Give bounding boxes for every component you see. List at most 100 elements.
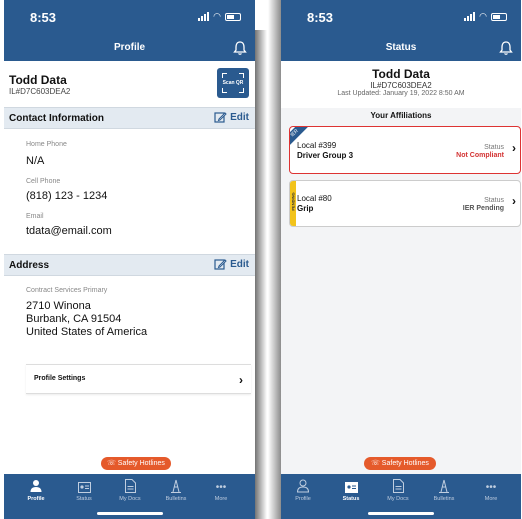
person-icon — [297, 479, 309, 493]
scan-qr-label: Scan QR — [222, 80, 244, 86]
tab-label: Profile — [27, 496, 45, 502]
edit-contact-button[interactable]: Edit — [214, 111, 249, 124]
pending-badge: PENDING — [290, 181, 296, 226]
tab-label: Status — [76, 496, 92, 502]
profile-settings-label: Profile Settings — [34, 375, 86, 382]
email-label: Email — [26, 213, 44, 220]
battery-icon — [491, 12, 507, 21]
address-section-header: Address Edit — [4, 254, 255, 276]
tab-more[interactable]: ••• More — [471, 479, 511, 502]
tab-my-docs[interactable]: My Docs — [110, 479, 150, 502]
tab-label: Status — [342, 496, 360, 502]
address-line-1: 2710 Winona — [26, 300, 91, 312]
affiliation-card[interactable]: PENDING Local #80 Grip Status IER Pendin… — [289, 180, 521, 227]
status-bar: 8:53 ◠ — [281, 0, 521, 36]
clock: 8:53 — [30, 10, 57, 25]
page-title: Status — [385, 42, 417, 53]
status-screen: 8:53 ◠ Status Todd Data IL#D7C603DEA2 La… — [281, 0, 521, 519]
cell-phone-value: (818) 123 - 1234 — [26, 190, 108, 202]
phone-shadow — [268, 0, 281, 519]
status-value: IER Pending — [462, 205, 504, 212]
contact-section-header: Contact Information Edit — [4, 107, 255, 129]
home-indicator — [96, 512, 163, 515]
edit-address-label: Edit — [230, 259, 249, 270]
tab-label: Bulletins — [165, 496, 187, 502]
tower-icon — [171, 479, 181, 493]
chevron-right-icon: › — [239, 373, 243, 387]
affiliation-group: Grip — [297, 204, 314, 213]
wifi-icon: ◠ — [479, 11, 487, 21]
address-line-2: Burbank, CA 91504 — [26, 313, 122, 325]
status-bar: 8:53 ◠ — [4, 0, 255, 36]
chevron-right-icon: › — [512, 141, 516, 155]
tab-label: Profile — [295, 496, 311, 502]
nav-bar: Status — [281, 36, 521, 61]
contact-header-label: Contact Information — [9, 113, 104, 124]
safety-hotlines-button[interactable]: ☏ Safety Hotlines — [364, 457, 436, 470]
chevron-right-icon: › — [512, 194, 516, 208]
page-title: Profile — [113, 42, 146, 53]
more-dots-icon: ••• — [215, 482, 227, 493]
edit-icon — [214, 112, 227, 123]
address-header-label: Address — [9, 260, 50, 271]
profile-header: Todd Data IL#D7C603DEA2 Scan QR — [4, 61, 255, 107]
id-card-icon — [77, 482, 91, 493]
phone-shadow — [255, 30, 267, 519]
status-label: Status — [484, 197, 504, 204]
tab-status[interactable]: Status — [64, 479, 104, 502]
document-icon — [124, 479, 136, 493]
edit-address-button[interactable]: Edit — [214, 258, 249, 271]
signal-icon — [464, 12, 476, 21]
affiliation-card[interactable]: IER Local #399 Driver Group 3 Status Not… — [289, 126, 521, 174]
wifi-icon: ◠ — [213, 11, 221, 21]
bell-icon[interactable] — [499, 40, 513, 56]
tab-status[interactable]: Status — [331, 479, 371, 502]
home-phone-value: N/A — [26, 155, 45, 167]
nav-bar: Profile — [4, 36, 255, 61]
tower-icon — [439, 479, 449, 493]
person-icon — [30, 480, 42, 492]
status-label: Status — [484, 144, 504, 151]
scan-qr-button[interactable]: Scan QR — [217, 68, 249, 98]
clock: 8:53 — [307, 10, 334, 25]
tab-bulletins[interactable]: Bulletins — [156, 479, 196, 502]
status-header: Todd Data IL#D7C603DEA2 Last Updated: Ja… — [281, 61, 521, 103]
battery-icon — [225, 12, 241, 21]
tab-my-docs[interactable]: My Docs — [378, 479, 418, 502]
document-icon — [392, 479, 404, 493]
affiliations-header: Your Affiliations — [370, 111, 432, 120]
tab-bar: Profile Status My Docs Bulletins ••• Mor… — [281, 474, 521, 519]
tab-label: My Docs — [119, 496, 141, 502]
edit-icon — [214, 259, 227, 270]
home-indicator — [368, 512, 434, 515]
tab-bar: Profile Status My Docs Bulletins ••• Mor… — [4, 474, 255, 519]
tab-more[interactable]: ••• More — [201, 479, 241, 502]
tab-label: More — [214, 496, 228, 502]
affiliation-group: Driver Group 3 — [297, 151, 354, 160]
affiliation-local: Local #399 — [297, 141, 337, 150]
address-type-label: Contract Services Primary — [26, 287, 108, 294]
profile-screen: 8:53 ◠ Profile Todd Data IL#D7C603DEA2 S… — [4, 0, 255, 519]
email-value: tdata@email.com — [26, 225, 112, 237]
profile-settings-row[interactable]: Profile Settings › — [26, 364, 251, 394]
user-id: IL#D7C603DEA2 — [9, 87, 71, 96]
address-line-3: United States of America — [26, 326, 148, 338]
last-updated: Last Updated: January 19, 2022 8:50 AM — [337, 90, 465, 97]
cell-phone-label: Cell Phone — [26, 178, 61, 185]
status-value: Not Compliant — [456, 152, 504, 159]
user-name: Todd Data — [372, 67, 430, 81]
bell-icon[interactable] — [233, 40, 247, 56]
affiliation-local: Local #80 — [297, 194, 332, 203]
user-name: Todd Data — [9, 73, 67, 87]
signal-icon — [198, 12, 210, 21]
edit-contact-label: Edit — [230, 112, 249, 123]
tab-profile[interactable]: Profile — [16, 479, 56, 502]
user-id: IL#D7C603DEA2 — [370, 81, 432, 90]
tab-bulletins[interactable]: Bulletins — [424, 479, 464, 502]
tab-label: Bulletins — [433, 496, 455, 502]
more-dots-icon: ••• — [485, 482, 497, 493]
safety-hotlines-button[interactable]: ☏ Safety Hotlines — [101, 457, 171, 470]
tab-profile[interactable]: Profile — [283, 479, 323, 502]
tab-label: More — [484, 496, 498, 502]
tab-label: My Docs — [387, 496, 409, 502]
